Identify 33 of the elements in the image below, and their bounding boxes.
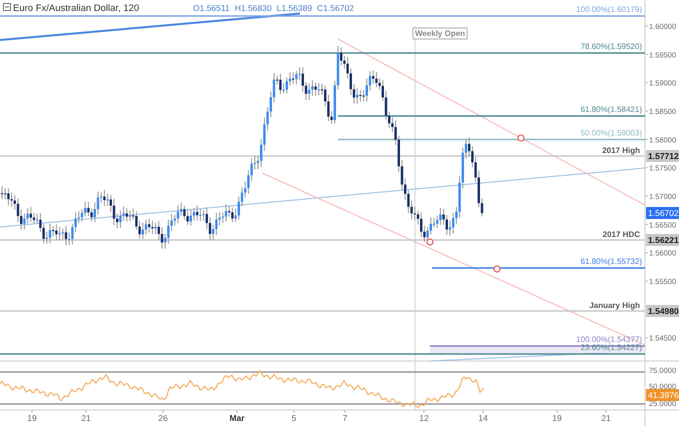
level-label: 2017 HDC xyxy=(602,230,640,239)
time-label: 21 xyxy=(81,413,91,423)
time-label: 19 xyxy=(27,413,37,423)
price-marker: 1.54980 xyxy=(646,305,679,317)
time-label: 14 xyxy=(478,413,488,423)
time-label: 26 xyxy=(158,413,168,423)
level-label: 2017 High xyxy=(602,146,640,155)
time-label: 12 xyxy=(419,413,429,423)
current-price-marker: 1.56702 xyxy=(646,207,679,219)
fib-label: 61.80%(1.55732) xyxy=(580,257,642,266)
rsi-value-marker: 41.3976 xyxy=(646,389,679,401)
ohlc-value: L1.56389 xyxy=(276,3,312,13)
circle-marker xyxy=(494,266,500,272)
time-label: Mar xyxy=(229,413,245,423)
circle-marker xyxy=(518,134,524,142)
circle-marker xyxy=(426,238,434,246)
fib-label: 61.80%(1.58421) xyxy=(580,105,642,114)
time-label: 5 xyxy=(292,413,296,423)
price-marker: 1.57712 xyxy=(646,150,679,162)
fib-label: 100.00%(1.60179) xyxy=(576,5,642,14)
level-label: January High xyxy=(589,301,640,310)
price-marker: 1.56221 xyxy=(646,234,679,246)
chart-title: Euro Fx/Australian Dollar, 120 xyxy=(13,3,140,14)
fib-label: 78.60%(1.59520) xyxy=(580,42,642,51)
ohlc-value: H1.56830 xyxy=(234,3,272,13)
weekly-open-label: Weekly Open xyxy=(412,28,468,40)
fib-label: 50.00%(1.58003) xyxy=(580,128,642,138)
ohlc-value: C1.56702 xyxy=(317,3,354,13)
time-label: 7 xyxy=(342,413,348,423)
collapse-icon[interactable] xyxy=(3,3,11,11)
ohlc-value: O1.56511 xyxy=(193,3,230,13)
time-label: 19 xyxy=(552,413,562,423)
time-label: 21 xyxy=(601,413,611,423)
